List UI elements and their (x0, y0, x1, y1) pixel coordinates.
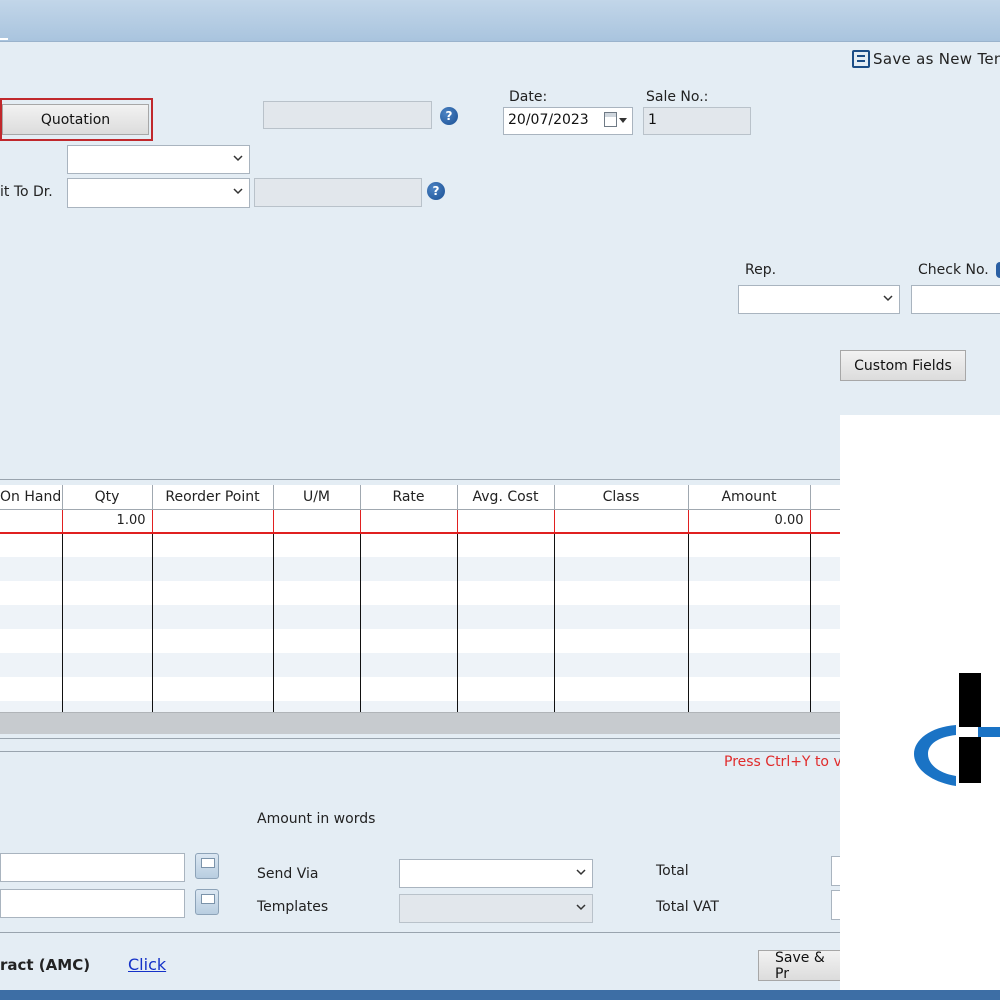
item-grid[interactable]: On Hand Qty Reorder Point U/M Rate Avg. … (0, 485, 840, 713)
rep-combo[interactable] (738, 285, 900, 314)
window-bottom-bar (0, 990, 1000, 1000)
cell-on-hand[interactable] (0, 509, 63, 534)
date-label: Date: (509, 89, 548, 105)
total-vat-field (831, 890, 840, 920)
column-header-rate[interactable]: Rate (360, 485, 458, 510)
cell-um[interactable] (273, 509, 361, 534)
date-value: 20/07/2023 (508, 112, 589, 128)
help-icon[interactable]: ? (427, 182, 445, 200)
customer-combo[interactable] (67, 145, 250, 174)
chevron-down-icon (233, 155, 243, 162)
quotation-button-label: Quotation (40, 111, 111, 128)
credit-to-label: it To Dr. (0, 184, 53, 200)
chevron-down-icon (576, 869, 586, 876)
title-bar-mark (0, 38, 8, 40)
quotation-ref-field[interactable] (263, 101, 432, 129)
save-as-new-template-label: Save as New Ten (873, 50, 1000, 68)
custom-fields-button[interactable]: Custom Fields (840, 350, 966, 381)
total-field (831, 856, 840, 886)
send-via-combo[interactable] (399, 859, 593, 888)
column-header-on-hand[interactable]: On Hand (0, 485, 63, 510)
templates-combo[interactable] (399, 894, 593, 923)
cell-reorder-point[interactable] (152, 509, 274, 534)
cell-rate[interactable] (360, 509, 458, 534)
save-icon[interactable] (195, 889, 219, 915)
rep-label: Rep. (745, 262, 777, 278)
column-header-avg-cost[interactable]: Avg. Cost (457, 485, 555, 510)
customer-message-field[interactable] (0, 889, 185, 918)
help-icon[interactable]: ? (440, 107, 458, 125)
grid-horizontal-scrollbar[interactable] (0, 712, 840, 734)
save-and-print-label: Save & Pr (775, 949, 825, 982)
total-vat-label: Total VAT (656, 899, 719, 915)
date-picker[interactable]: 20/07/2023 (503, 107, 633, 135)
amc-click-link[interactable]: Click (128, 955, 166, 974)
credit-to-detail-field[interactable] (254, 178, 422, 207)
check-no-field[interactable] (911, 285, 1000, 314)
sale-no-value: 1 (648, 112, 657, 128)
column-header-class[interactable]: Class (554, 485, 689, 510)
title-bar (0, 0, 1000, 42)
column-header-um[interactable]: U/M (273, 485, 361, 510)
save-as-new-template-button[interactable]: Save as New Ten (852, 50, 1000, 68)
total-label: Total (656, 863, 689, 879)
footer-divider-2 (0, 751, 840, 752)
custom-fields-label: Custom Fields (854, 357, 952, 374)
table-row[interactable] (0, 677, 840, 701)
amc-label: ract (AMC) (0, 956, 91, 974)
table-row[interactable] (0, 557, 840, 581)
send-via-label: Send Via (257, 866, 319, 882)
sale-no-field[interactable]: 1 (643, 107, 751, 135)
amount-in-words-label: Amount in words (257, 811, 376, 827)
calendar-icon[interactable] (604, 112, 628, 127)
footer-bottom-divider (0, 932, 840, 933)
sale-no-label: Sale No.: (646, 89, 709, 105)
table-row[interactable] (0, 629, 840, 653)
save-and-print-button[interactable]: Save & Pr (758, 949, 840, 982)
table-row[interactable] (0, 653, 840, 677)
chevron-down-icon (883, 295, 893, 302)
table-row[interactable] (0, 581, 840, 605)
cell-avg-cost[interactable] (457, 509, 555, 534)
column-header-reorder-point[interactable]: Reorder Point (152, 485, 274, 510)
keyboard-hint: Press Ctrl+Y to vi (724, 754, 846, 770)
company-logo (914, 673, 1000, 786)
help-icon[interactable] (996, 262, 1000, 278)
chevron-down-icon (233, 188, 243, 195)
chevron-down-icon (576, 904, 586, 911)
grid-top-divider (0, 479, 840, 480)
check-no-label: Check No. (918, 262, 989, 278)
template-icon (852, 50, 870, 68)
memo-field[interactable] (0, 853, 185, 882)
credit-to-combo[interactable] (67, 178, 250, 208)
table-row[interactable]: 1.00 0.00 (0, 509, 840, 534)
table-row[interactable] (0, 533, 840, 557)
column-header-qty[interactable]: Qty (62, 485, 153, 510)
footer-divider (0, 738, 840, 739)
table-row[interactable] (0, 605, 840, 629)
quotation-button-frame: Quotation (0, 98, 153, 141)
logo-panel (840, 415, 1000, 990)
quotation-button[interactable]: Quotation (2, 104, 149, 135)
grid-header-row: On Hand Qty Reorder Point U/M Rate Avg. … (0, 485, 840, 510)
column-header-v[interactable]: V (810, 485, 840, 510)
templates-label: Templates (257, 899, 329, 915)
cell-qty[interactable]: 1.00 (62, 509, 153, 534)
cell-class[interactable] (554, 509, 689, 534)
cell-amount[interactable]: 0.00 (688, 509, 811, 534)
cell-v[interactable] (810, 509, 840, 534)
column-header-amount[interactable]: Amount (688, 485, 811, 510)
save-icon[interactable] (195, 853, 219, 879)
